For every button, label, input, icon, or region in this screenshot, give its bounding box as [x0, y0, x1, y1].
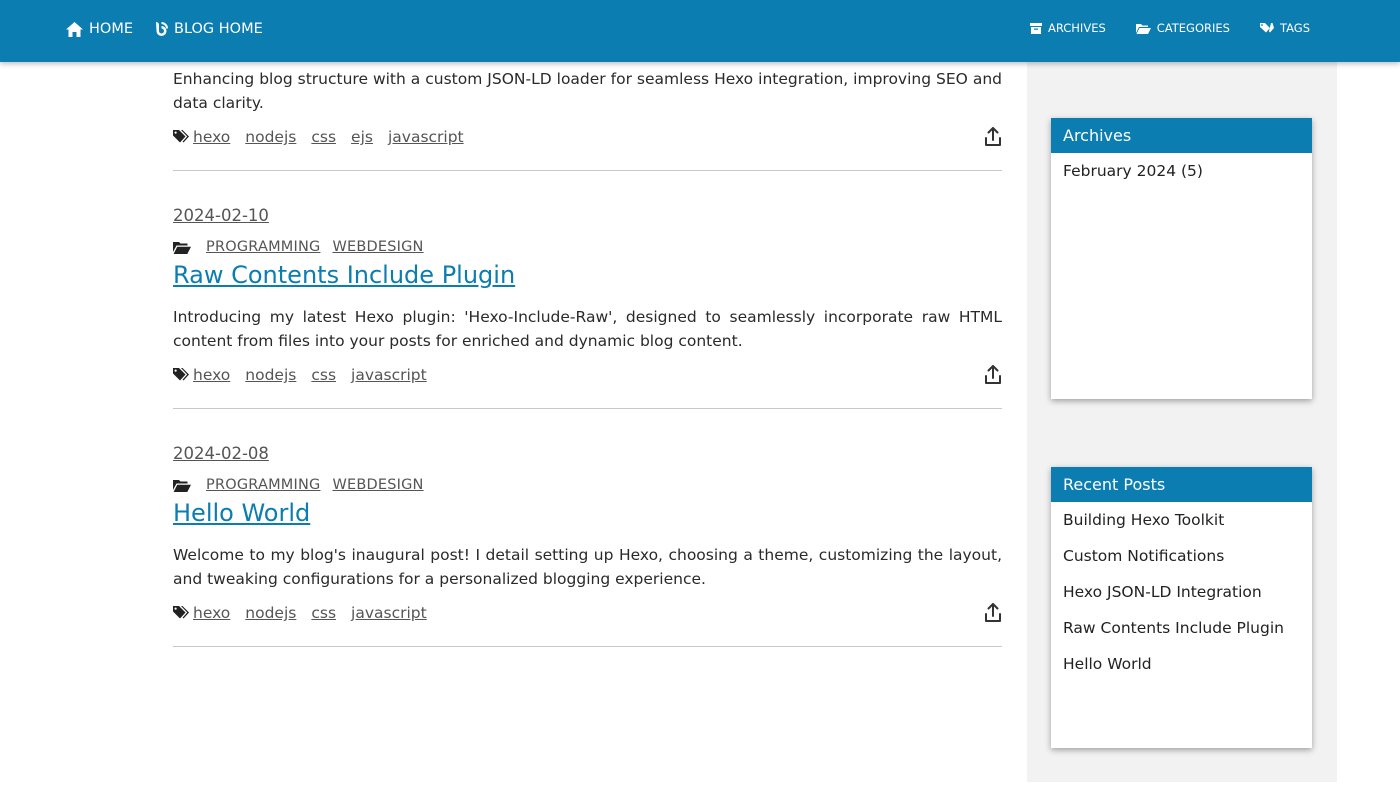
tag-link[interactable]: nodejs — [245, 604, 296, 622]
tag-link[interactable]: hexo — [193, 604, 230, 622]
recent-post-link[interactable]: Hello World — [1051, 646, 1312, 682]
blog-icon — [156, 21, 168, 36]
category-link[interactable]: Programming — [206, 239, 320, 255]
tag-link[interactable]: javascript — [351, 604, 427, 622]
category-link[interactable]: WebDesign — [332, 477, 423, 493]
tags-icon — [1259, 22, 1274, 32]
tag-link[interactable]: nodejs — [245, 366, 296, 384]
tag-link[interactable]: css — [311, 128, 336, 146]
post-title-link[interactable]: Hello World — [173, 499, 310, 527]
archive-month-link[interactable]: February 2024 (5) — [1051, 153, 1312, 189]
folder-open-icon — [173, 241, 191, 254]
archive-box-icon — [1029, 22, 1042, 34]
nav-home-label: Home — [89, 21, 133, 37]
post-date[interactable]: 2024-02-10 — [173, 206, 269, 225]
post-card: Enhancing blog structure with a custom J… — [173, 68, 1002, 171]
category-link[interactable]: WebDesign — [332, 239, 423, 255]
post-categories: Programming WebDesign — [173, 236, 1002, 258]
home-icon — [66, 21, 83, 37]
post-title-link[interactable]: Raw Contents Include Plugin — [173, 261, 515, 289]
post-card: 2024-02-08 Programming WebDesign Hello W… — [173, 409, 1002, 647]
nav-categories-link[interactable]: Categories — [1135, 21, 1230, 35]
post-divider — [173, 646, 1002, 647]
post-card: 2024-02-10 Programming WebDesign Raw Con… — [173, 171, 1002, 409]
recent-posts-widget: Recent Posts Building Hexo Toolkit Custo… — [1051, 467, 1312, 748]
category-link[interactable]: Programming — [206, 477, 320, 493]
post-excerpt: Welcome to my blog's inaugural post! I d… — [173, 546, 1002, 588]
nav-archives-label: Archives — [1047, 21, 1106, 35]
navbar-right: Archives Categories Tags — [1000, 0, 1310, 56]
post-tags: hexo nodejs css javascript — [173, 362, 1002, 388]
tag-link[interactable]: javascript — [351, 366, 427, 384]
tag-link[interactable]: nodejs — [245, 128, 296, 146]
tag-link[interactable]: javascript — [388, 128, 464, 146]
top-navbar: Home Blog Home Archives Categories Tags — [0, 0, 1400, 62]
tag-link[interactable]: css — [311, 366, 336, 384]
post-date[interactable]: 2024-02-08 — [173, 444, 269, 463]
post-excerpt: Enhancing blog structure with a custom J… — [173, 70, 1002, 112]
nav-categories-label: Categories — [1156, 21, 1230, 35]
post-tags: hexo nodejs css ejs javascript — [173, 124, 1002, 150]
archives-widget-title: Archives — [1051, 118, 1312, 153]
nav-tags-link[interactable]: Tags — [1259, 21, 1310, 35]
post-categories: Programming WebDesign — [173, 474, 1002, 496]
nav-tags-label: Tags — [1279, 21, 1310, 35]
nav-home-link[interactable]: Home — [66, 21, 133, 37]
post-tags: hexo nodejs css javascript — [173, 600, 1002, 626]
nav-blog-home-label: Blog Home — [174, 21, 263, 37]
recent-post-link[interactable]: Custom Notifications — [1051, 538, 1312, 574]
share-icon[interactable] — [984, 365, 1002, 385]
tag-link[interactable]: hexo — [193, 366, 230, 384]
tag-link[interactable]: hexo — [193, 128, 230, 146]
recent-post-link[interactable]: Raw Contents Include Plugin — [1051, 610, 1312, 646]
tag-link[interactable]: ejs — [351, 128, 373, 146]
recent-posts-widget-title: Recent Posts — [1051, 467, 1312, 502]
recent-post-link[interactable]: Hexo JSON-LD Integration — [1051, 574, 1312, 610]
share-icon[interactable] — [984, 127, 1002, 147]
recent-post-link[interactable]: Building Hexo Toolkit — [1051, 502, 1312, 538]
tag-link[interactable]: css — [311, 604, 336, 622]
archives-widget: Archives February 2024 (5) — [1051, 118, 1312, 399]
tags-icon — [173, 606, 190, 620]
folder-open-icon — [1135, 23, 1151, 34]
share-icon[interactable] — [984, 603, 1002, 623]
post-excerpt: Introducing my latest Hexo plugin: 'Hexo… — [173, 308, 1002, 350]
post-list: Enhancing blog structure with a custom J… — [173, 62, 1002, 647]
tags-icon — [173, 130, 190, 144]
navbar-left: Home Blog Home — [66, 0, 285, 58]
folder-open-icon — [173, 479, 191, 492]
tags-icon — [173, 368, 190, 382]
nav-archives-link[interactable]: Archives — [1029, 21, 1106, 35]
nav-blog-home-link[interactable]: Blog Home — [155, 21, 263, 37]
